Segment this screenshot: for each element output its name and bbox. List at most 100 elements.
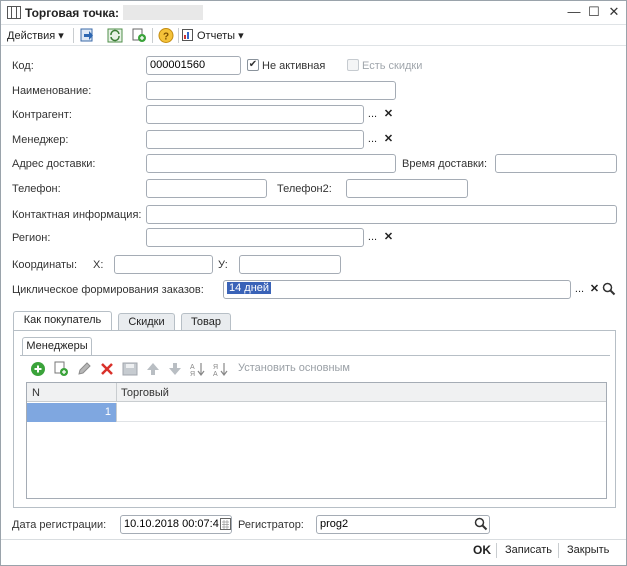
- tab-managers-label: Менеджеры: [26, 340, 88, 352]
- cycle-clear-icon[interactable]: ✕: [587, 281, 602, 298]
- close-button[interactable]: Закрыть: [567, 544, 609, 556]
- column-header-n: N: [32, 387, 40, 399]
- registrar-search-icon[interactable]: [474, 517, 488, 531]
- set-main-button[interactable]: Установить основным: [238, 362, 350, 374]
- tab-as-buyer[interactable]: Как покупатель: [13, 311, 112, 331]
- toolbar: Действия ▾ ? Отчеты ▾: [1, 25, 626, 46]
- end-edit-icon[interactable]: [122, 361, 138, 377]
- name-label: Наименование:: [12, 85, 92, 97]
- form-icon: [7, 6, 21, 19]
- tab-managers[interactable]: Менеджеры: [22, 337, 92, 356]
- discounts-checkbox[interactable]: [347, 59, 359, 71]
- reports-label: Отчеты: [197, 30, 236, 42]
- refresh-icon[interactable]: [107, 28, 123, 43]
- manager-clear-icon[interactable]: ✕: [381, 131, 396, 148]
- add-icon[interactable]: [30, 361, 46, 377]
- coord-x-label: X:: [93, 259, 104, 271]
- delivery-time-label: Время доставки:: [402, 158, 488, 170]
- svg-text:Я: Я: [190, 371, 195, 377]
- inactive-checkbox[interactable]: ✔: [247, 59, 259, 71]
- tab-panel: Менеджеры A Я Я A Установить основным N …: [13, 330, 616, 508]
- region-clear-icon[interactable]: ✕: [381, 229, 396, 246]
- window-title: Торговая точка:: [25, 6, 120, 20]
- toolbar-separator: [178, 28, 179, 43]
- name-field[interactable]: [146, 81, 396, 100]
- row-number-cell[interactable]: 1: [27, 403, 116, 422]
- table-row[interactable]: 1: [27, 403, 606, 422]
- svg-text:A: A: [190, 364, 195, 371]
- discounts-label: Есть скидки: [362, 60, 423, 72]
- title-redacted: [123, 5, 203, 20]
- save-button[interactable]: Записать: [505, 544, 552, 556]
- reports-icon: [182, 29, 193, 41]
- phone-field[interactable]: [146, 179, 267, 198]
- manager-label: Менеджер:: [12, 134, 69, 146]
- form-window: Торговая точка: — ☐ ✕ Действия ▾ ? Отчет…: [0, 0, 627, 566]
- code-field[interactable]: 000001560: [146, 56, 241, 75]
- counterparty-field[interactable]: [146, 105, 364, 124]
- column-header-trader: Торговый: [121, 387, 169, 399]
- column-divider: [116, 383, 117, 402]
- toolbar-separator: [152, 28, 153, 43]
- cycle-field[interactable]: 14 дней: [223, 280, 571, 299]
- subtab-line: [20, 355, 610, 356]
- maximize-button[interactable]: ☐: [586, 4, 602, 20]
- copy-row-icon[interactable]: [53, 361, 69, 377]
- close-window-button[interactable]: ✕: [606, 4, 622, 20]
- cycle-search-icon[interactable]: [602, 282, 616, 296]
- delivery-address-field[interactable]: [146, 154, 396, 173]
- managers-table[interactable]: N Торговый 1: [26, 382, 607, 499]
- footer-divider: [496, 543, 497, 558]
- actions-menu[interactable]: Действия ▾: [7, 29, 64, 42]
- reg-date-value: 10.10.2018 00:07:4: [124, 518, 219, 530]
- coords-label: Координаты:: [12, 259, 78, 271]
- svg-text:A: A: [213, 371, 218, 377]
- row-trader-cell[interactable]: [117, 403, 606, 422]
- svg-text:Я: Я: [213, 364, 218, 371]
- cycle-label: Циклическое формирования заказов:: [12, 284, 204, 296]
- toolbar-separator: [73, 28, 74, 43]
- counterparty-label: Контрагент:: [12, 109, 72, 121]
- copy-new-icon[interactable]: [131, 28, 147, 43]
- tab-discounts[interactable]: Скидки: [118, 313, 175, 331]
- region-label: Регион:: [12, 232, 51, 244]
- phone2-label: Телефон2:: [277, 183, 332, 195]
- manager-select-button[interactable]: ...: [365, 131, 380, 148]
- title-bar: Торговая точка: — ☐ ✕: [1, 1, 626, 25]
- tab-goods[interactable]: Товар: [181, 313, 231, 331]
- save-close-icon[interactable]: [79, 28, 95, 43]
- reg-date-field[interactable]: 10.10.2018 00:07:4: [120, 515, 232, 534]
- region-select-button[interactable]: ...: [365, 229, 380, 246]
- manager-field[interactable]: [146, 130, 364, 149]
- move-down-icon[interactable]: [167, 361, 183, 377]
- counterparty-clear-icon[interactable]: ✕: [381, 106, 396, 123]
- tab-goods-label: Товар: [191, 316, 221, 328]
- edit-icon[interactable]: [76, 361, 92, 377]
- region-field[interactable]: [146, 228, 364, 247]
- counterparty-select-button[interactable]: ...: [365, 106, 380, 123]
- delivery-time-field[interactable]: [495, 154, 617, 173]
- check-icon: ✔: [248, 59, 258, 70]
- svg-text:?: ?: [163, 32, 169, 43]
- contact-info-field[interactable]: [146, 205, 617, 224]
- cycle-select-button[interactable]: ...: [572, 281, 587, 298]
- code-label: Код:: [12, 60, 34, 72]
- calendar-icon[interactable]: [220, 517, 231, 531]
- move-up-icon[interactable]: [145, 361, 161, 377]
- sort-desc-icon[interactable]: Я A: [212, 361, 230, 377]
- coord-x-field[interactable]: [114, 255, 213, 274]
- phone2-field[interactable]: [346, 179, 468, 198]
- footer-separator: [1, 539, 626, 540]
- sort-asc-icon[interactable]: A Я: [189, 361, 207, 377]
- registrar-label: Регистратор:: [238, 519, 304, 531]
- table-header: N Торговый: [27, 383, 606, 402]
- minimize-button[interactable]: —: [566, 4, 582, 20]
- registrar-field[interactable]: prog2: [316, 515, 490, 534]
- footer-divider: [558, 543, 559, 558]
- help-icon[interactable]: ?: [158, 28, 174, 43]
- ok-button[interactable]: OK: [473, 543, 491, 557]
- delete-icon[interactable]: [99, 361, 115, 377]
- coord-y-field[interactable]: [239, 255, 341, 274]
- reports-menu[interactable]: Отчеты ▾: [197, 29, 244, 42]
- tab-as-buyer-label: Как покупатель: [23, 314, 102, 326]
